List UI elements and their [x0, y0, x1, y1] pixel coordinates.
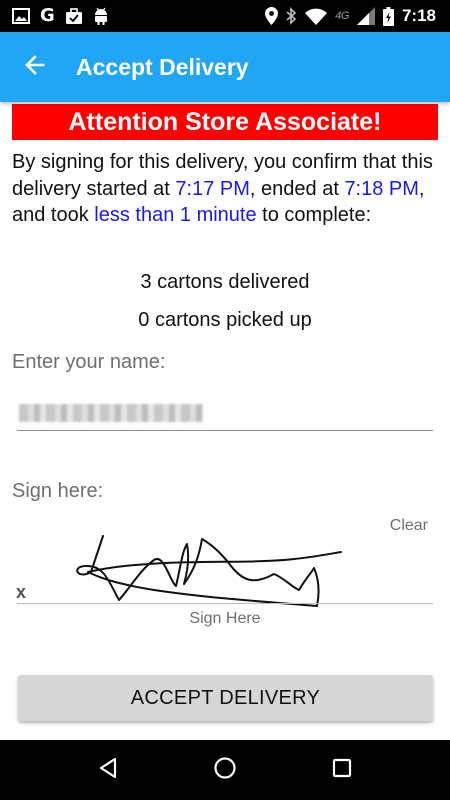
- recents-square-icon: [331, 757, 353, 784]
- start-time: 7:17 PM: [175, 177, 250, 200]
- home-circle-icon: [213, 756, 237, 785]
- accept-delivery-button[interactable]: ACCEPT DELIVERY: [18, 675, 433, 721]
- network-type-label: 4G: [335, 10, 349, 22]
- signature-label: Sign here:: [12, 480, 104, 502]
- briefcase-icon: [65, 7, 83, 25]
- confirmation-part2: , ended at: [249, 177, 345, 200]
- google-icon: G: [40, 5, 55, 26]
- app-bar: Accept Delivery: [0, 32, 450, 102]
- cartons-delivered: 3 cartons delivered: [140, 271, 310, 293]
- name-field[interactable]: [17, 396, 433, 431]
- status-left: G: [0, 0, 109, 32]
- image-icon: [12, 8, 30, 24]
- signature-line: [17, 603, 433, 604]
- nav-home-button[interactable]: [201, 746, 249, 794]
- name-label: Enter your name:: [12, 351, 166, 373]
- location-icon: [265, 7, 279, 25]
- android-icon: [93, 7, 109, 25]
- wifi-icon: [305, 8, 328, 25]
- status-right: 4G 7:18: [265, 0, 450, 32]
- redacted-name-value: [19, 404, 203, 422]
- bluetooth-icon: [286, 7, 297, 25]
- duration: less than 1 minute: [94, 204, 257, 226]
- attention-banner: Attention Store Associate!: [12, 104, 438, 140]
- nav-recents-button[interactable]: [318, 746, 366, 794]
- back-arrow-icon: [23, 53, 47, 82]
- back-triangle-icon: [96, 756, 120, 785]
- back-button[interactable]: [0, 32, 70, 102]
- cartons-picked-up: 0 cartons picked up: [138, 309, 312, 331]
- confirmation-part4: to complete:: [256, 204, 372, 226]
- signature-x-mark: x: [16, 582, 27, 602]
- navigation-bar: [0, 740, 450, 800]
- confirmation-text: By signing for this delivery, you confir…: [12, 149, 438, 229]
- nav-back-button[interactable]: [84, 746, 132, 794]
- app-title: Accept Delivery: [76, 53, 249, 80]
- status-time: 7:18: [401, 6, 436, 25]
- banner-text: Attention Store Associate!: [68, 107, 382, 136]
- battery-icon: [382, 6, 394, 26]
- end-time: 7:18 PM: [344, 177, 419, 200]
- signature-stroke: [76, 535, 342, 607]
- signature-caption: Sign Here: [189, 610, 261, 627]
- status-bar: G 4G 7:18: [0, 0, 450, 32]
- signature-pad[interactable]: [14, 530, 434, 610]
- signal-icon: [356, 7, 375, 25]
